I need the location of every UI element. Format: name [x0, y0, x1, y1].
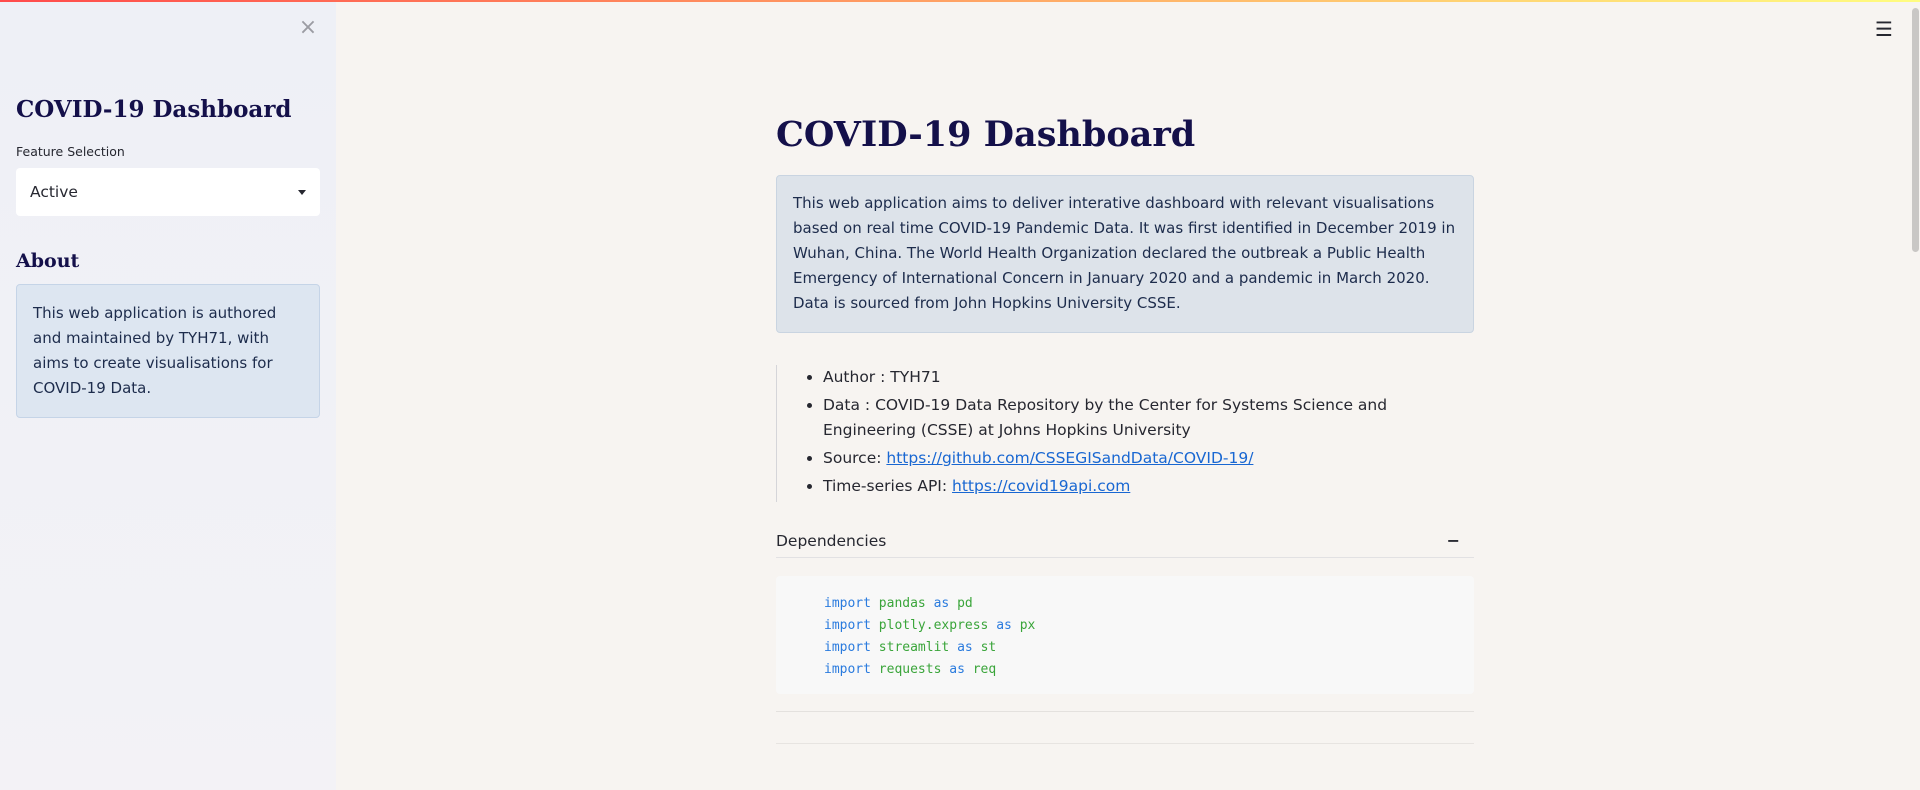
code-line: import streamlit as st	[824, 637, 1474, 659]
code-line: import plotly.express as px	[824, 615, 1474, 637]
collapse-icon[interactable]: −	[1447, 531, 1474, 550]
credits-blockquote: Author : TYH71 Data : COVID-19 Data Repo…	[776, 365, 1474, 502]
code-alias: px	[1019, 618, 1036, 633]
intro-info-box: This web application aims to deliver int…	[776, 175, 1474, 333]
code-keyword: import	[824, 596, 871, 611]
divider	[776, 743, 1474, 744]
expander-label: Dependencies	[776, 531, 887, 550]
page-title: COVID-19 Dashboard	[776, 114, 1196, 155]
code-keyword: as	[949, 662, 965, 677]
close-sidebar-icon[interactable]: ×	[294, 14, 322, 42]
code-keyword: import	[824, 618, 871, 633]
code-module: streamlit	[878, 640, 950, 655]
source-link[interactable]: https://github.com/CSSEGISandData/COVID-…	[886, 449, 1253, 467]
code-alias: st	[980, 640, 997, 655]
code-alias: pd	[957, 596, 973, 611]
sidebar: × COVID-19 Dashboard Feature Selection A…	[0, 0, 336, 790]
code-module: pandas	[878, 596, 926, 611]
list-item-source: Source: https://github.com/CSSEGISandDat…	[823, 446, 1474, 471]
hamburger-menu-icon[interactable]: ☰	[1870, 16, 1898, 42]
credits-list: Author : TYH71 Data : COVID-19 Data Repo…	[777, 365, 1474, 499]
chevron-down-icon	[298, 189, 306, 195]
code-module: requests	[878, 662, 942, 677]
top-gradient-bar	[0, 0, 1920, 2]
code-keyword: as	[957, 640, 973, 655]
feature-selection-label: Feature Selection	[16, 144, 125, 159]
code-keyword: import	[824, 640, 871, 655]
api-prefix: Time-series API:	[823, 477, 953, 495]
about-text: This web application is authored and mai…	[33, 304, 277, 397]
list-item-author: Author : TYH71	[823, 365, 1474, 390]
code-keyword: as	[933, 596, 950, 611]
feature-selection-value: Active	[30, 183, 78, 201]
sidebar-title: COVID-19 Dashboard	[16, 96, 292, 123]
code-keyword: import	[824, 662, 871, 677]
intro-text: This web application aims to deliver int…	[793, 194, 1456, 312]
api-link[interactable]: https://covid19api.com	[952, 477, 1130, 495]
code-line: import pandas as pd	[824, 593, 1474, 615]
feature-selection-dropdown[interactable]: Active	[16, 168, 320, 216]
code-keyword: as	[996, 618, 1012, 633]
about-info-box: This web application is authored and mai…	[16, 284, 320, 418]
list-item-api: Time-series API: https://covid19api.com	[823, 474, 1474, 499]
list-item-data: Data : COVID-19 Data Repository by the C…	[823, 393, 1474, 443]
code-module: plotly.express	[878, 618, 989, 633]
data-text: Data : COVID-19 Data Repository by the C…	[823, 396, 1388, 439]
code-line: import requests as req	[824, 659, 1474, 681]
author-text: Author : TYH71	[823, 368, 941, 386]
scrollbar-thumb[interactable]	[1912, 8, 1919, 252]
divider	[776, 711, 1474, 712]
dependencies-code-block: import pandas as pd import plotly.expres…	[776, 576, 1474, 694]
about-heading: About	[16, 250, 80, 272]
dependencies-expander[interactable]: Dependencies −	[776, 524, 1474, 558]
source-prefix: Source:	[823, 449, 887, 467]
code-alias: req	[972, 662, 997, 677]
